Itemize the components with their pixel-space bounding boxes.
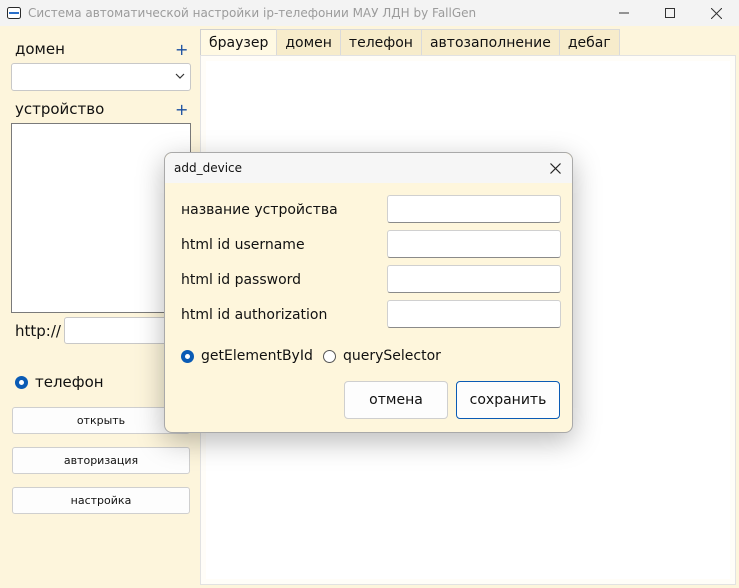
- tab-phone[interactable]: телефон: [339, 29, 422, 55]
- username-id-input[interactable]: [387, 230, 561, 258]
- add-domain-button[interactable]: +: [175, 42, 188, 58]
- authorization-id-label: html id authorization: [181, 307, 328, 323]
- add-device-button[interactable]: +: [175, 102, 188, 118]
- dialog-close-button[interactable]: [544, 157, 566, 179]
- title-bar: Система автоматической настройки ip-теле…: [0, 0, 739, 26]
- phone-radio[interactable]: телефон: [15, 373, 104, 391]
- domain-label: домен: [15, 40, 65, 58]
- tab-autofill[interactable]: автозаполнение: [420, 29, 560, 55]
- chevron-down-icon: [175, 73, 185, 79]
- dialog-titlebar: add_device: [165, 153, 572, 183]
- password-id-label: html id password: [181, 272, 302, 288]
- close-icon: [549, 162, 561, 174]
- queryselector-radio[interactable]: querySelector: [323, 348, 441, 364]
- device-name-input[interactable]: [387, 195, 561, 223]
- tab-debug[interactable]: дебаг: [558, 29, 620, 55]
- authorization-button[interactable]: авторизация: [12, 447, 190, 474]
- minimize-button[interactable]: [601, 0, 647, 26]
- close-icon: [710, 7, 722, 19]
- settings-button[interactable]: настройка: [12, 487, 190, 514]
- tab-bar: браузер домен телефон автозаполнение деб…: [200, 29, 620, 55]
- queryselector-label: querySelector: [343, 348, 441, 364]
- add-device-dialog: add_device название устройства html id u…: [164, 152, 573, 433]
- window-title: Система автоматической настройки ip-теле…: [28, 6, 477, 20]
- radio-selected-icon: [15, 375, 28, 389]
- dialog-title: add_device: [174, 161, 243, 175]
- getelementbyid-radio[interactable]: getElementById: [181, 348, 313, 364]
- minimize-icon: [619, 12, 629, 14]
- radio-unselected-icon: [323, 349, 336, 363]
- maximize-icon: [665, 8, 675, 18]
- cancel-button[interactable]: отмена: [344, 381, 448, 419]
- phone-radio-label: телефон: [35, 373, 104, 391]
- authorization-id-input[interactable]: [387, 300, 561, 328]
- username-id-label: html id username: [181, 237, 305, 253]
- radio-selected-icon: [181, 349, 194, 363]
- url-prefix-label: http://: [15, 322, 61, 340]
- close-window-button[interactable]: [693, 0, 739, 26]
- domain-select[interactable]: [11, 63, 191, 91]
- maximize-button[interactable]: [647, 0, 693, 26]
- save-button[interactable]: сохранить: [456, 381, 560, 419]
- tab-browser[interactable]: браузер: [200, 29, 278, 55]
- device-name-label: название устройства: [181, 202, 338, 218]
- getelementbyid-label: getElementById: [201, 348, 313, 364]
- password-id-input[interactable]: [387, 265, 561, 293]
- app-icon: [7, 7, 21, 19]
- tab-domain[interactable]: домен: [276, 29, 341, 55]
- device-label: устройство: [15, 100, 105, 118]
